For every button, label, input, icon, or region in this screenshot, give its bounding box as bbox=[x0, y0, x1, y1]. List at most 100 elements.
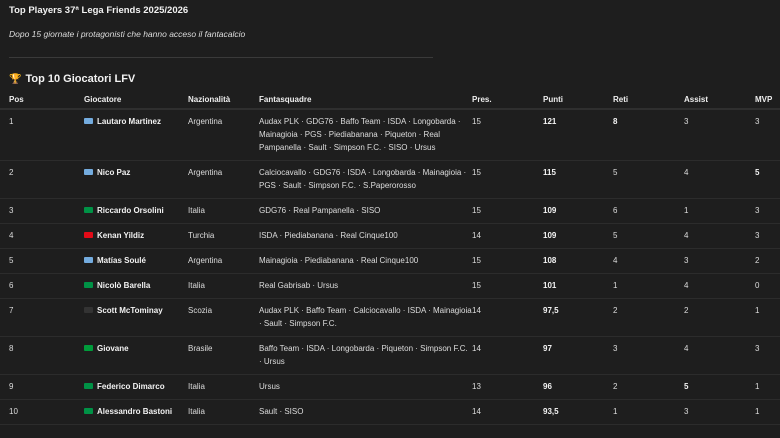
mvp-cell: 3 bbox=[755, 198, 780, 224]
pres-cell: 14 bbox=[472, 399, 543, 425]
player-name: Nicolò Barella bbox=[97, 281, 151, 290]
teams-cell: Audax PLK · Baffo Team · Calciocavallo ·… bbox=[259, 298, 472, 337]
table-row: 1 Lautaro Martinez Argentina Audax PLK · GD… bbox=[0, 109, 780, 161]
divider bbox=[9, 57, 433, 58]
mvp-cell: 1 bbox=[755, 399, 780, 425]
pos-cell: 8 bbox=[0, 336, 84, 375]
pres-cell: 15 bbox=[472, 109, 543, 161]
table-row: 7 Scott McTominay Scozia Audax PLK · Baffo … bbox=[0, 298, 780, 337]
player-cell: Nico Paz bbox=[84, 160, 188, 199]
player-cell: Scott McTominay bbox=[84, 298, 188, 337]
col-goals: Reti bbox=[613, 92, 684, 110]
pres-cell: 15 bbox=[472, 273, 543, 299]
teams-cell: Baffo Team · ISDA · Longobarda · Piqueto… bbox=[259, 336, 472, 375]
teams-cell: Real Gabrisab · Ursus bbox=[259, 273, 472, 299]
goals-cell: 5 bbox=[613, 223, 684, 249]
nation-cell: Italia bbox=[188, 399, 259, 425]
goals-cell: 1 bbox=[613, 273, 684, 299]
table-header-row: Pos Giocatore Nazionalità Fantasquadre P… bbox=[0, 92, 780, 110]
assist-cell: 2 bbox=[684, 298, 755, 337]
player-name: Alessandro Bastoni bbox=[97, 407, 173, 416]
nation-cell: Italia bbox=[188, 374, 259, 400]
nation-cell: Argentina bbox=[188, 109, 259, 161]
player-cell: Giovane bbox=[84, 336, 188, 375]
goals-cell: 1 bbox=[613, 399, 684, 425]
pres-cell: 15 bbox=[472, 160, 543, 199]
mvp-cell: 1 bbox=[755, 374, 780, 400]
assist-cell: 5 bbox=[684, 374, 755, 400]
assist-cell: 4 bbox=[684, 160, 755, 199]
flag-icon bbox=[84, 345, 93, 351]
mvp-cell: 5 bbox=[755, 160, 780, 199]
assist-cell: 4 bbox=[684, 336, 755, 375]
flag-icon bbox=[84, 169, 93, 175]
col-mvp: MVP bbox=[755, 92, 780, 110]
points-cell: 109 bbox=[543, 198, 613, 224]
pos-cell: 3 bbox=[0, 198, 84, 224]
goals-cell: 3 bbox=[613, 336, 684, 375]
nation-cell: Italia bbox=[188, 198, 259, 224]
goals-cell: 4 bbox=[613, 248, 684, 274]
player-cell: Riccardo Orsolini bbox=[84, 198, 188, 224]
goals-cell: 2 bbox=[613, 374, 684, 400]
mvp-cell: 3 bbox=[755, 109, 780, 161]
pos-cell: 5 bbox=[0, 248, 84, 274]
table-row: 10 Alessandro Bastoni Italia Sault · SISO 14… bbox=[0, 399, 780, 425]
player-name: Matías Soulé bbox=[97, 256, 146, 265]
points-cell: 97,5 bbox=[543, 298, 613, 337]
teams-cell: Sault · SISO bbox=[259, 399, 472, 425]
table-row: 2 Nico Paz Argentina Calciocavallo · GDG76 … bbox=[0, 160, 780, 199]
points-cell: 93,5 bbox=[543, 399, 613, 425]
nation-cell: Brasile bbox=[188, 336, 259, 375]
pos-cell: 4 bbox=[0, 223, 84, 249]
pres-cell: 13 bbox=[472, 374, 543, 400]
mvp-cell: 0 bbox=[755, 273, 780, 299]
section-heading-text: Top 10 Giocatori LFV bbox=[25, 73, 136, 85]
pos-cell: 7 bbox=[0, 298, 84, 337]
pres-cell: 14 bbox=[472, 298, 543, 337]
col-assist: Assist bbox=[684, 92, 755, 110]
points-cell: 97 bbox=[543, 336, 613, 375]
player-name: Giovane bbox=[97, 344, 129, 353]
flag-icon bbox=[84, 408, 93, 414]
player-cell: Lautaro Martinez bbox=[84, 109, 188, 161]
flag-icon bbox=[84, 257, 93, 263]
table-row: 4 Kenan Yildiz Turchia ISDA · Piediabanana … bbox=[0, 223, 780, 249]
player-name: Nico Paz bbox=[97, 168, 131, 177]
player-name: Riccardo Orsolini bbox=[97, 206, 164, 215]
pres-cell: 15 bbox=[472, 198, 543, 224]
teams-cell: GDG76 · Real Pampanella · SISO bbox=[259, 198, 472, 224]
col-nation: Nazionalità bbox=[188, 92, 259, 110]
flag-icon bbox=[84, 307, 93, 313]
trophy-icon: 🏆 bbox=[9, 74, 22, 85]
points-cell: 101 bbox=[543, 273, 613, 299]
pres-cell: 15 bbox=[472, 248, 543, 274]
teams-cell: Ursus bbox=[259, 374, 472, 400]
points-cell: 108 bbox=[543, 248, 613, 274]
nation-cell: Argentina bbox=[188, 248, 259, 274]
player-cell: Matías Soulé bbox=[84, 248, 188, 274]
goals-cell: 2 bbox=[613, 298, 684, 337]
mvp-cell: 3 bbox=[755, 336, 780, 375]
nation-cell: Argentina bbox=[188, 160, 259, 199]
player-cell: Federico Dimarco bbox=[84, 374, 188, 400]
mvp-cell: 2 bbox=[755, 248, 780, 274]
assist-cell: 3 bbox=[684, 248, 755, 274]
teams-cell: Calciocavallo · GDG76 · ISDA · Longobard… bbox=[259, 160, 472, 199]
player-name: Lautaro Martinez bbox=[97, 117, 162, 126]
assist-cell: 1 bbox=[684, 198, 755, 224]
col-pos: Pos bbox=[0, 92, 84, 110]
mvp-cell: 1 bbox=[755, 298, 780, 337]
assist-cell: 4 bbox=[684, 223, 755, 249]
table-row: 5 Matías Soulé Argentina Mainagioia · Piedi… bbox=[0, 248, 780, 274]
pos-cell: 2 bbox=[0, 160, 84, 199]
flag-icon bbox=[84, 118, 93, 124]
col-teams: Fantasquadre bbox=[259, 92, 472, 110]
page-title: Top Players 37ª Lega Friends 2025/2026 bbox=[9, 5, 189, 16]
player-name: Scott McTominay bbox=[97, 306, 163, 315]
table-row: 9 Federico Dimarco Italia Ursus 13 96 2 5 1 bbox=[0, 374, 780, 400]
section-heading: 🏆 Top 10 Giocatori LFV bbox=[9, 73, 135, 85]
table-row: 3 Riccardo Orsolini Italia GDG76 · Real Pam… bbox=[0, 198, 780, 224]
nation-cell: Scozia bbox=[188, 298, 259, 337]
col-player: Giocatore bbox=[84, 92, 188, 110]
